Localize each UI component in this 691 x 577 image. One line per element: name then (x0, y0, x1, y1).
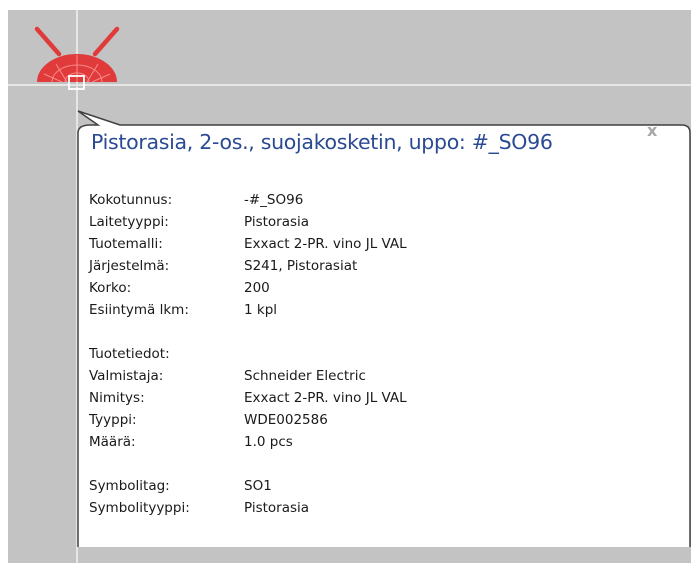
property-value: S241, Pistorasiat (244, 258, 358, 274)
property-value: Schneider Electric (244, 368, 366, 384)
socket-symbol-icon[interactable] (22, 20, 132, 100)
property-value: -#_SO96 (244, 192, 304, 208)
property-value: 1.0 pcs (244, 434, 293, 450)
property-value: 1 kpl (244, 302, 278, 318)
property-label: Tyyppi: (89, 412, 137, 428)
property-label: Kokotunnus: (89, 192, 173, 208)
tooltip-title: Pistorasia, 2-os., suojakosketin, uppo: … (91, 130, 553, 154)
property-label: Esiintymä lkm: (89, 302, 189, 318)
property-label: Määrä: (89, 434, 136, 450)
section-heading: Tuotetiedot: (89, 346, 170, 362)
close-icon[interactable]: x (647, 123, 657, 139)
property-value: Exxact 2-PR. vino JL VAL (244, 236, 407, 252)
info-tooltip: Pistorasia, 2-os., suojakosketin, uppo: … (76, 110, 691, 547)
property-label: Nimitys: (89, 390, 145, 406)
property-value: Exxact 2-PR. vino JL VAL (244, 390, 407, 406)
property-label: Valmistaja: (89, 368, 164, 384)
property-value: WDE002586 (244, 412, 328, 428)
property-value: SO1 (244, 478, 272, 494)
property-label: Laitetyyppi: (89, 214, 169, 230)
property-value: 200 (244, 280, 270, 296)
property-label: Symbolitag: (89, 478, 170, 494)
property-value: Pistorasia (244, 214, 310, 230)
property-label: Järjestelmä: (89, 258, 170, 274)
property-label: Korko: (89, 280, 132, 296)
property-label: Tuotemalli: (89, 236, 163, 252)
property-label: Symbolityyppi: (89, 500, 190, 516)
property-value: Pistorasia (244, 500, 310, 516)
